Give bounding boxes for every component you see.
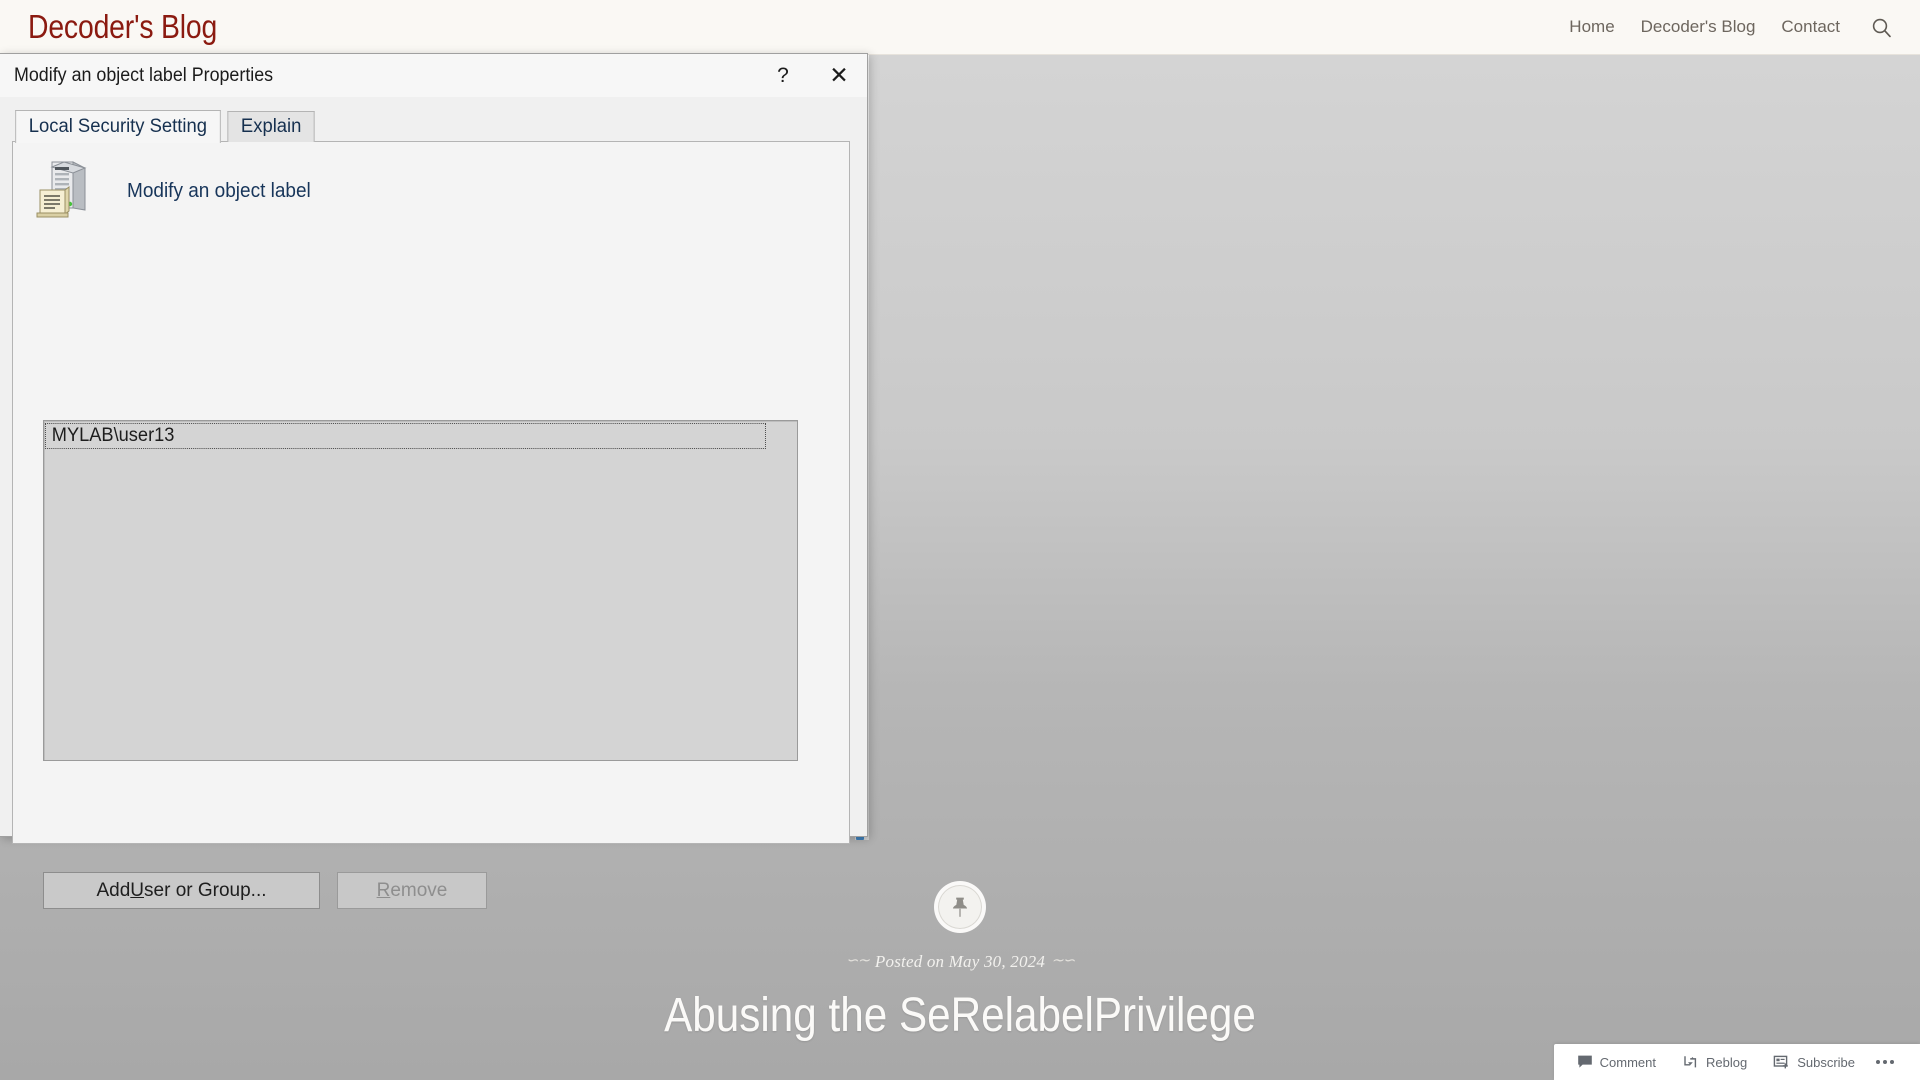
site-title[interactable]: Decoder's Blog <box>28 8 217 46</box>
policy-server-document-icon <box>35 158 93 220</box>
nav-item-decoders-blog[interactable]: Decoder's Blog <box>1641 17 1756 37</box>
comment-button[interactable]: Comment <box>1564 1044 1669 1080</box>
wordpress-action-bar: Comment Reblog Subscribe <box>1553 1044 1920 1080</box>
post-date: ∽∼ Posted on May 30, 2024 ∼∽ <box>0 951 1920 972</box>
properties-dialog: Modify an object label Properties ? ✕ Lo… <box>0 53 868 909</box>
dialog-tabstrip: Local Security Setting Explain <box>12 110 316 143</box>
comment-label: Comment <box>1599 1054 1656 1070</box>
dot <box>1876 1060 1880 1064</box>
dialog-title-bar-buttons: ? ✕ <box>755 54 867 98</box>
close-icon[interactable]: ✕ <box>811 54 867 98</box>
reblog-button[interactable]: Reblog <box>1669 1044 1760 1080</box>
search-icon[interactable] <box>1870 16 1892 38</box>
remove-button-accel: R <box>376 879 391 901</box>
help-icon[interactable]: ? <box>755 54 811 98</box>
add-button-label-pre: Add <box>96 879 131 901</box>
comment-icon <box>1577 1055 1592 1068</box>
post-format-badge <box>934 881 986 933</box>
tab-explain[interactable]: Explain <box>227 111 315 142</box>
dialog-title: Modify an object label Properties <box>14 64 274 86</box>
more-options-button[interactable] <box>1868 1044 1906 1080</box>
dialog-title-bar: Modify an object label Properties ? ✕ <box>0 54 867 98</box>
local-security-setting-panel: Modify an object label MYLAB\user13 Add … <box>12 141 850 909</box>
date-flourish-left: ∽∼ <box>845 953 870 969</box>
date-flourish-right: ∼∽ <box>1051 953 1075 969</box>
post-date-text: Posted on May 30, 2024 <box>874 952 1046 971</box>
tab-local-security-setting[interactable]: Local Security Setting <box>15 110 221 143</box>
reblog-icon <box>1684 1056 1697 1068</box>
list-item[interactable]: MYLAB\user13 <box>45 423 766 449</box>
remove-button-label-post: emove <box>390 879 448 901</box>
site-nav: Home Decoder's Blog Contact <box>1569 16 1892 38</box>
policy-header: Modify an object label <box>35 158 320 220</box>
dialog-buttons: Add User or Group... Remove <box>43 872 487 909</box>
principal-list[interactable]: MYLAB\user13 <box>43 420 798 761</box>
subscribe-icon <box>1773 1055 1788 1069</box>
nav-item-contact[interactable]: Contact <box>1781 17 1840 37</box>
remove-button[interactable]: Remove <box>337 872 487 909</box>
policy-name: Modify an object label <box>127 180 311 202</box>
dot <box>1890 1060 1894 1064</box>
dot <box>1883 1060 1887 1064</box>
post-title: Abusing the SeRelabelPrivilege <box>664 989 1256 1042</box>
reblog-label: Reblog <box>1705 1054 1748 1070</box>
add-button-accel: U <box>130 879 145 901</box>
subscribe-button[interactable]: Subscribe <box>1760 1044 1868 1080</box>
add-user-or-group-button[interactable]: Add User or Group... <box>43 872 320 909</box>
add-button-label-post: ser or Group... <box>144 879 267 901</box>
site-header: Decoder's Blog Home Decoder's Blog Conta… <box>0 0 1920 55</box>
nav-item-home[interactable]: Home <box>1569 17 1614 37</box>
subscribe-label: Subscribe <box>1797 1054 1855 1070</box>
pin-icon <box>952 897 968 917</box>
